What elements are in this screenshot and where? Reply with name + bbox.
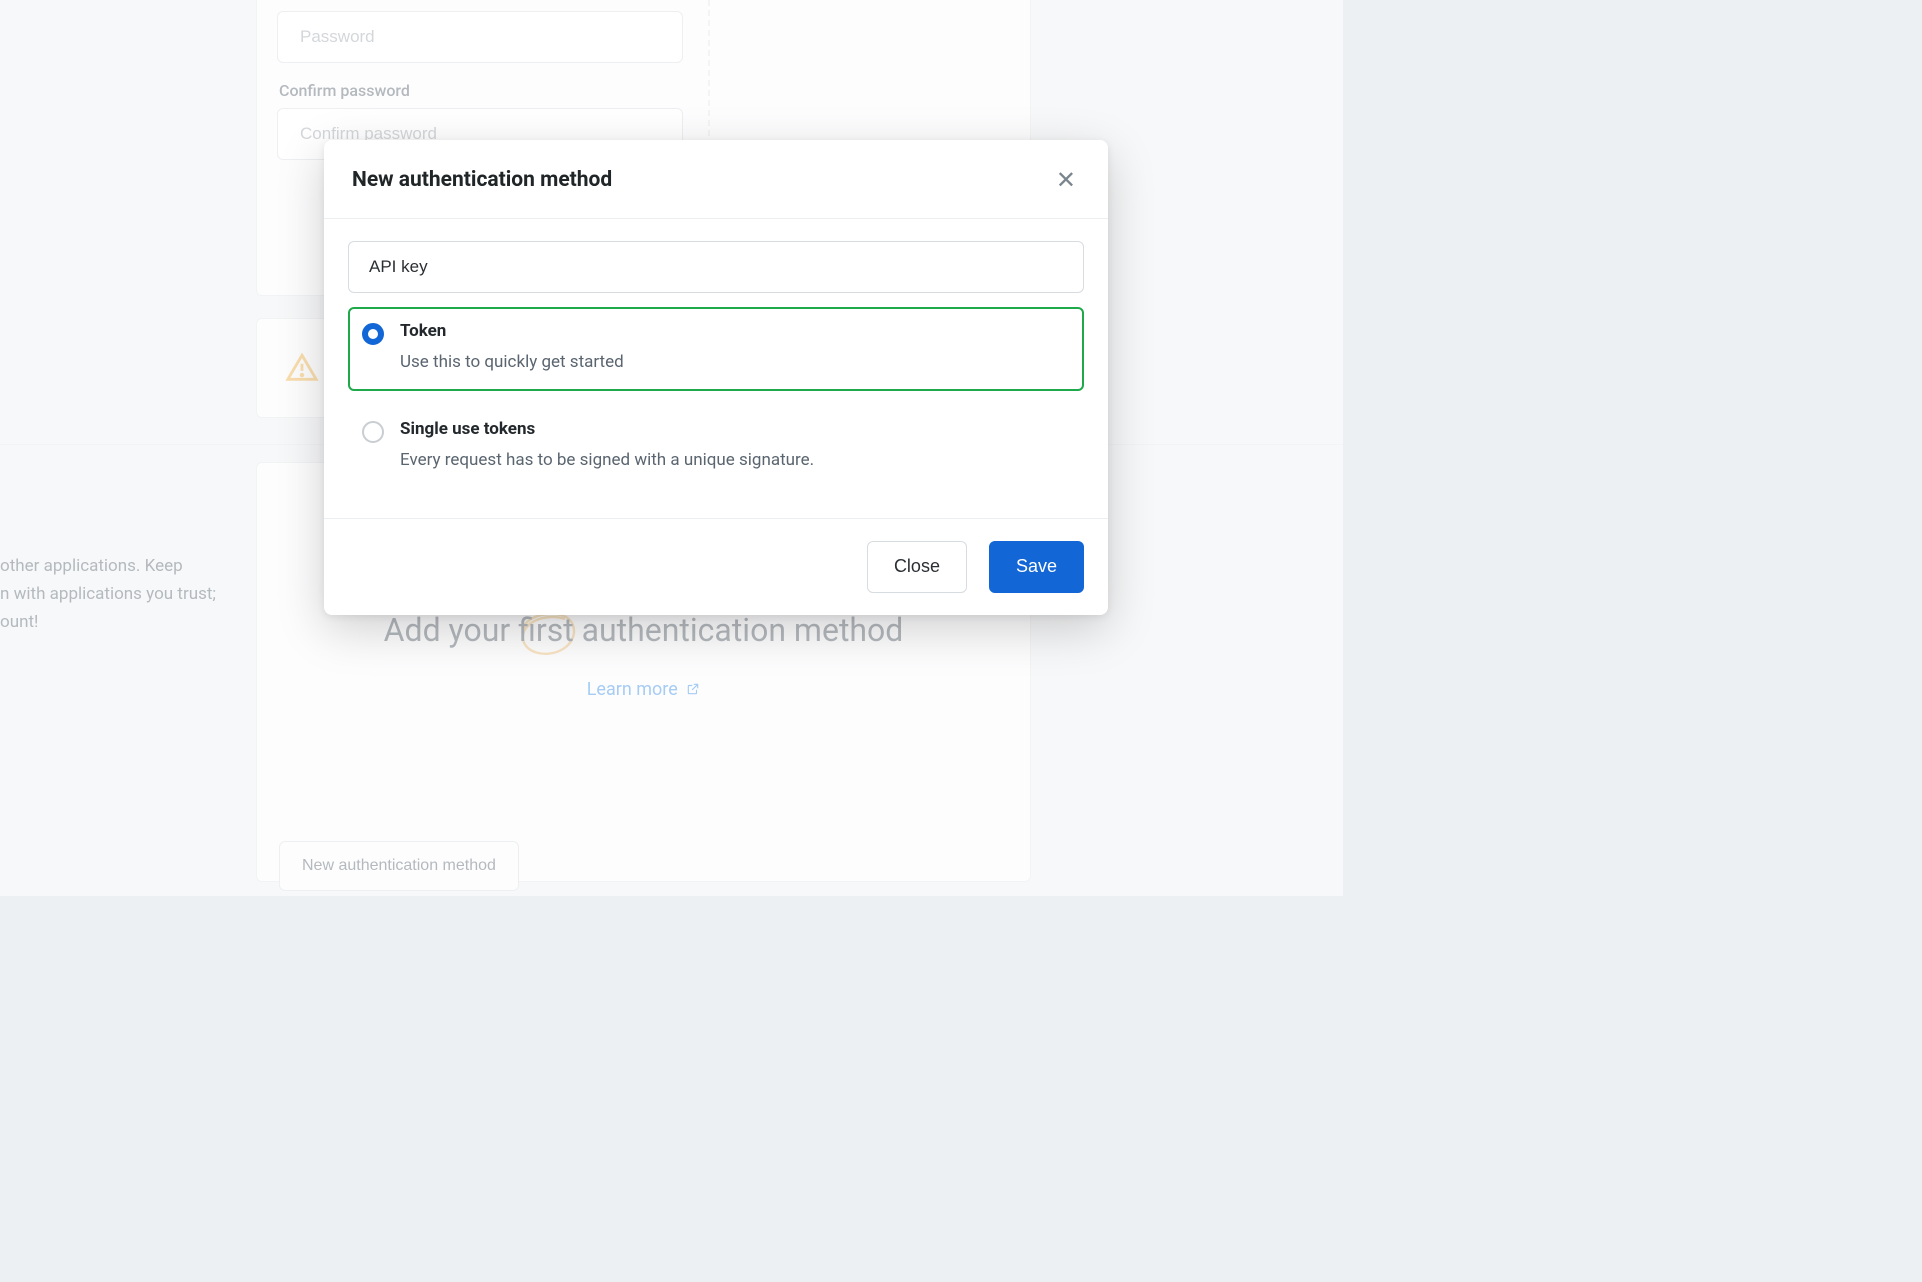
modal-overlay: New authentication method ✕ Token Use th… (0, 0, 1343, 896)
radio-icon[interactable] (362, 323, 384, 345)
close-button[interactable]: Close (867, 541, 967, 593)
auth-option-token[interactable]: Token Use this to quickly get started (348, 307, 1084, 391)
modal-footer: Close Save (324, 518, 1108, 615)
modal-body: Token Use this to quickly get started Si… (324, 219, 1108, 518)
modal-title: New authentication method (352, 168, 612, 192)
modal-header: New authentication method ✕ (324, 140, 1108, 219)
auth-method-name-input[interactable] (348, 241, 1084, 293)
auth-option-single-use-tokens[interactable]: Single use tokens Every request has to b… (348, 405, 1084, 489)
save-button[interactable]: Save (989, 541, 1084, 593)
option-description: Every request has to be signed with a un… (400, 447, 814, 473)
radio-icon[interactable] (362, 421, 384, 443)
option-title: Token (400, 321, 624, 341)
new-auth-method-modal: New authentication method ✕ Token Use th… (324, 140, 1108, 615)
option-title: Single use tokens (400, 419, 814, 439)
option-description: Use this to quickly get started (400, 349, 624, 375)
close-icon[interactable]: ✕ (1052, 164, 1080, 196)
